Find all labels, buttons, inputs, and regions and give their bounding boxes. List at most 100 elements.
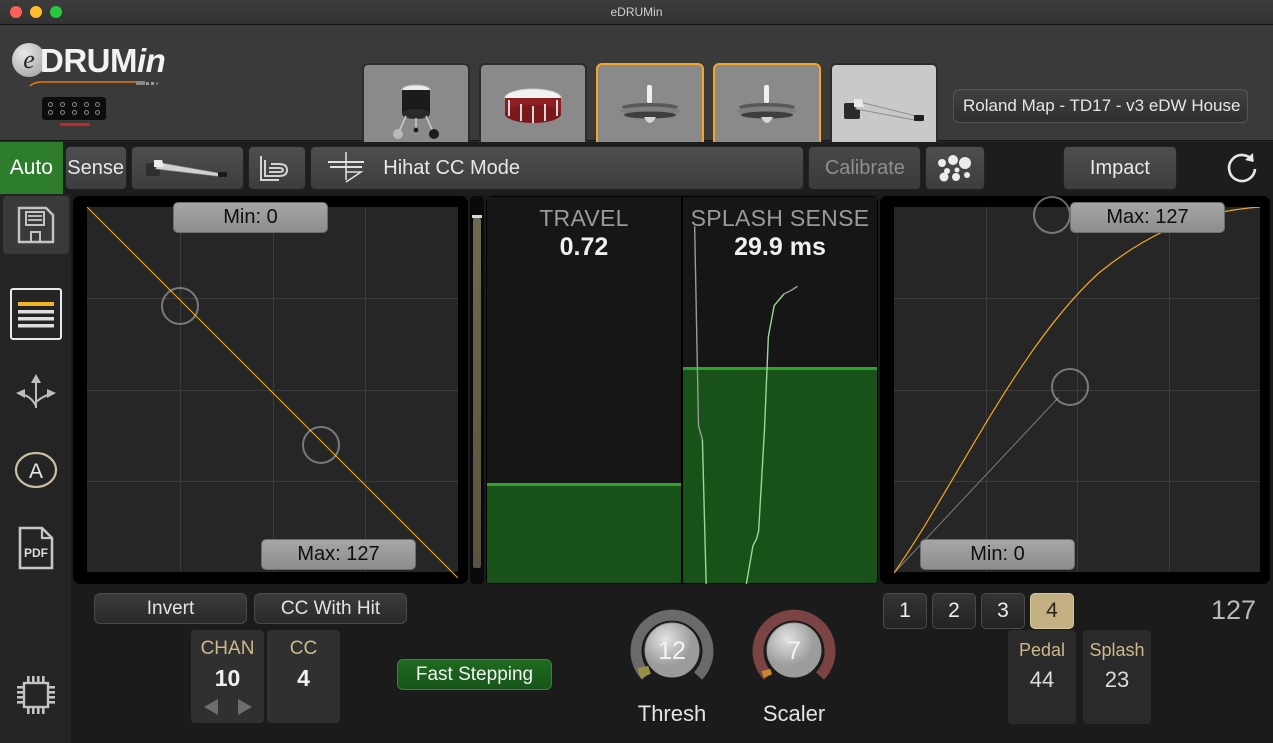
floppy-disk-icon: [17, 206, 54, 244]
hihat-pedal-icon: [844, 98, 924, 122]
preset-dropdown[interactable]: Roland Map - TD17 - v3 eDW House: [953, 89, 1248, 123]
sidebar-item-firmware[interactable]: [10, 669, 62, 721]
scaler-knob-label: Scaler: [762, 701, 826, 726]
zoom-icon[interactable]: [50, 6, 62, 18]
list-lines-icon: [17, 302, 54, 328]
device-diagram: [34, 97, 164, 162]
travel-slider-strip[interactable]: [470, 196, 484, 584]
sidebar-item-manual[interactable]: PDF: [10, 522, 62, 574]
pad-tab-kick-drum[interactable]: [362, 63, 470, 154]
cc-curve-left-plot[interactable]: [87, 207, 458, 572]
cc-curve-right-panel[interactable]: Max: 127 Min: 0: [880, 196, 1270, 584]
pedal-field[interactable]: Pedal 44: [1008, 630, 1076, 724]
pad-tab-hihat-2[interactable]: [713, 63, 821, 154]
chip-icon: [16, 676, 55, 714]
zone-button-1[interactable]: 1: [883, 593, 927, 629]
graph-row: Min: 0 Max: 127 TRAVEL 0.72 SPLASH SENSE…: [71, 194, 1273, 586]
roland-logo-tab[interactable]: [247, 146, 307, 190]
splash-sense-meter[interactable]: SPLASH SENSE 29.9 ms: [683, 197, 877, 583]
pad-selector-strip: [362, 63, 938, 154]
svg-text:A: A: [28, 460, 42, 483]
curve-handle-right-2[interactable]: [1051, 367, 1090, 406]
roland-logo-icon: [260, 156, 289, 181]
close-icon[interactable]: [10, 6, 22, 18]
dot-pattern-tab[interactable]: [925, 146, 985, 190]
edrumin-logo: e DRUMin: [12, 42, 192, 87]
hihat-stand-icon: [328, 152, 365, 183]
mode-toolbar: Auto Sense Hihat CC Mode Calibrate Impac…: [0, 142, 1273, 194]
meter-panel: TRAVEL 0.72 SPLASH SENSE 29.9 ms: [486, 196, 878, 584]
minimize-icon[interactable]: [30, 6, 42, 18]
pedal-icon-tab[interactable]: [130, 146, 244, 190]
hihat-cymbal-icon: [620, 84, 680, 123]
thresh-knob[interactable]: 12 Thresh: [630, 608, 714, 727]
app-header: e DRUMin Roland Map - TD17 - v3 eDW Hous…: [0, 25, 1273, 162]
sidebar-item-about[interactable]: A: [10, 444, 62, 496]
logo-in-text: in: [136, 42, 166, 79]
cc-right-max-label[interactable]: Max: 127: [1070, 202, 1225, 233]
cc-with-hit-button[interactable]: CC With Hit: [254, 593, 407, 624]
toolbar-spacer-2: [1181, 146, 1209, 190]
cc-value: 4: [297, 665, 310, 691]
cc-right-min-label[interactable]: Min: 0: [920, 539, 1075, 570]
kick-drum-icon: [393, 84, 439, 139]
hihat-pedal-icon: [146, 160, 228, 178]
device-indicator-1: [60, 123, 90, 126]
thresh-knob-dial[interactable]: 12: [630, 608, 714, 692]
invert-button[interactable]: Invert: [94, 593, 247, 624]
edrumin-app: eDRUMin e DRUMin Roland Map - TD17 - v3 …: [0, 0, 1273, 743]
logo-cable-icon: [29, 81, 158, 87]
cc-field[interactable]: CC 4: [267, 630, 340, 723]
chan-field[interactable]: CHAN 10: [191, 630, 264, 723]
curve-handle-right-1[interactable]: [1033, 196, 1072, 235]
travel-meter-fill: [487, 482, 681, 583]
impact-tab[interactable]: Impact: [1063, 146, 1177, 190]
sidebar-item-list[interactable]: [9, 288, 62, 340]
sidebar-item-routing[interactable]: [10, 366, 62, 418]
zone-button-3[interactable]: 3: [981, 593, 1025, 629]
zone-button-4[interactable]: 4: [1030, 593, 1074, 629]
zone-button-2[interactable]: 2: [932, 593, 976, 629]
chevron-left-icon[interactable]: [200, 697, 224, 717]
pad-tab-hihat-1[interactable]: [596, 63, 704, 154]
window-title: eDRUMin: [610, 5, 663, 19]
window-controls: [0, 6, 62, 18]
splash-value: 23: [1104, 667, 1130, 692]
sense-tab[interactable]: Sense: [64, 146, 127, 190]
calibrate-button[interactable]: Calibrate: [808, 146, 922, 190]
hihat-cc-mode-label: Hihat CC Mode: [383, 156, 520, 179]
travel-meter[interactable]: TRAVEL 0.72: [487, 197, 681, 583]
level-value: 127: [1210, 595, 1256, 625]
splash-meter-title: SPLASH SENSE: [690, 205, 870, 231]
curve-handle-left-2[interactable]: [302, 426, 341, 464]
cc-left-max-label[interactable]: Max: 127: [261, 539, 416, 570]
cc-left-min-label[interactable]: Min: 0: [173, 202, 328, 233]
auto-button[interactable]: Auto: [0, 142, 63, 194]
preset-dropdown-value: Roland Map - TD17 - v3 eDW House: [963, 96, 1241, 115]
fast-stepping-button[interactable]: Fast Stepping: [397, 659, 552, 690]
scaler-knob[interactable]: 7 Scaler: [752, 608, 836, 727]
sidebar-item-save[interactable]: [2, 196, 69, 254]
cc-curve-right-plot[interactable]: [894, 196, 1260, 572]
splash-field[interactable]: Splash 23: [1083, 630, 1151, 724]
pad-tab-hihat-pedal[interactable]: [830, 63, 938, 154]
snare-drum-icon: [504, 88, 562, 123]
travel-slider-fill[interactable]: [473, 218, 481, 568]
logo-wordmark: DRUMin: [40, 42, 166, 80]
bottom-controls: Invert CC With Hit CHAN 10 CC 4 Fast Ste…: [71, 586, 1273, 743]
travel-meter-value: 0.72: [559, 233, 609, 261]
pad-tab-snare-drum[interactable]: [479, 63, 587, 154]
cc-label: CC: [289, 638, 318, 659]
dot-pattern-icon: [938, 155, 972, 182]
cc-curve-left-panel[interactable]: Min: 0 Max: 127: [73, 196, 468, 584]
chevron-right-icon[interactable]: [232, 697, 256, 717]
splash-meter-value: 29.9 ms: [734, 233, 826, 261]
thresh-knob-value: 12: [658, 637, 686, 665]
hihat-cc-mode-tab[interactable]: Hihat CC Mode: [310, 146, 805, 190]
refresh-button[interactable]: [1213, 146, 1271, 190]
scaler-knob-dial[interactable]: 7: [752, 608, 836, 692]
logo-drum-text: DRUM: [40, 42, 137, 79]
device-main-module: [42, 97, 106, 120]
arrows-spread-icon: [15, 374, 56, 408]
